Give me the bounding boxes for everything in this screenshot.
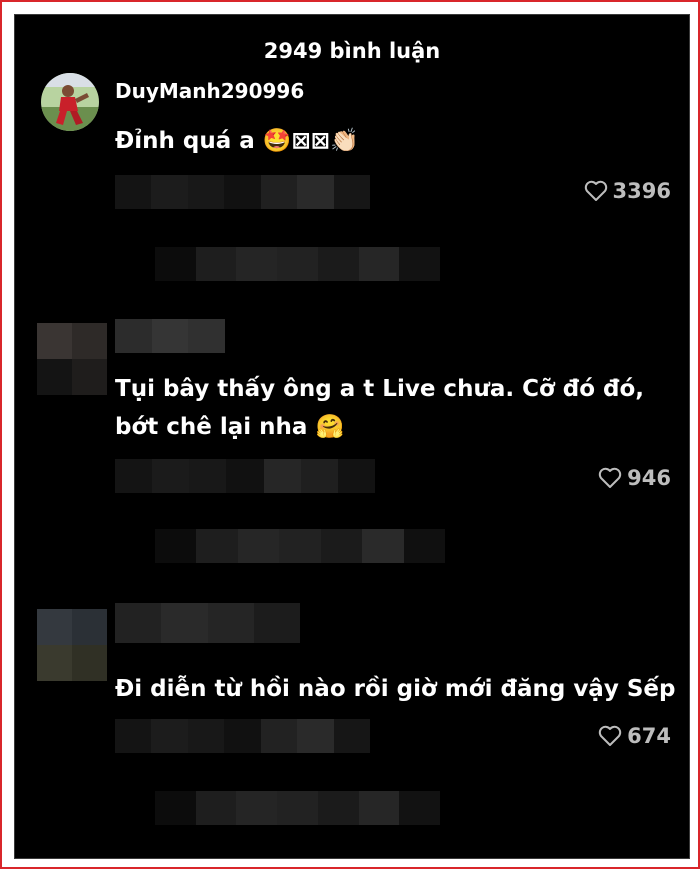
comments-panel: 2949 bình luận DuyManh290996 Đỉnh quá a … [14,14,690,859]
blurred-username [115,603,300,643]
like-count-value: 674 [627,724,671,748]
avatar[interactable] [37,609,107,681]
comment-text: Đi diễn từ hồi nào rồi giờ mới đăng vậy … [115,676,676,702]
blurred-reply-row [115,719,370,753]
avatar[interactable] [37,323,107,395]
like-count[interactable]: 946 [598,466,671,490]
like-count-value: 946 [627,466,671,490]
blurred-reply-row [115,175,370,209]
like-count[interactable]: 674 [598,724,671,748]
blurred-username [115,319,226,353]
image-frame: 2949 bình luận DuyManh290996 Đỉnh quá a … [0,0,700,869]
blurred-reply-row [115,459,375,493]
comment-count-title: 2949 bình luận [263,39,441,63]
like-count[interactable]: 3396 [584,179,671,203]
blurred-view-replies [155,529,445,563]
comment-text: Đỉnh quá a 🤩⊠⊠👏🏻 [115,128,359,154]
comment-text: Tụi bây thấy ông a t Live chưa. Cỡ đó đó… [115,376,645,402]
username[interactable]: DuyManh290996 [115,79,304,103]
comment-text: bớt chê lại nha 🤗 [115,414,345,440]
heart-outline-icon [598,467,622,488]
like-count-value: 3396 [612,179,671,203]
blurred-view-replies [155,247,441,281]
avatar-photo [41,73,99,131]
heart-outline-icon [584,180,607,201]
avatar[interactable] [41,73,99,131]
blurred-view-replies [155,791,441,825]
heart-outline-icon [598,725,622,746]
